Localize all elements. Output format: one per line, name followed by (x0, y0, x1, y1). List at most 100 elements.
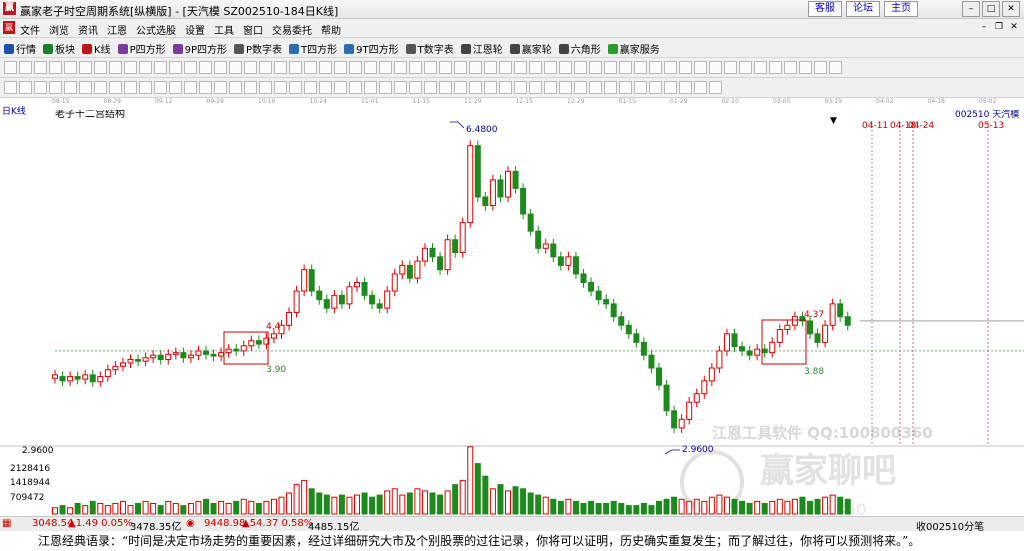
tool-icon[interactable] (334, 81, 347, 94)
candle-body[interactable] (708, 367, 715, 382)
tool-icon[interactable] (649, 81, 662, 94)
candle-body[interactable] (135, 358, 142, 362)
candle-body[interactable] (203, 350, 209, 355)
tool-icon[interactable] (529, 81, 542, 94)
candle-body[interactable] (822, 324, 829, 343)
candle-body[interactable] (233, 348, 240, 352)
tool-icon[interactable] (49, 81, 62, 94)
candle-body[interactable] (814, 333, 821, 343)
candle-body[interactable] (663, 384, 670, 412)
link-forum[interactable]: 论坛 (846, 1, 880, 17)
menu-item[interactable]: 帮助 (321, 22, 341, 37)
toolbar-button[interactable]: 9T四方形 (344, 41, 399, 56)
candle-body[interactable] (769, 341, 776, 354)
drawing-tool-icon[interactable] (769, 61, 782, 74)
drawing-tool-icon[interactable] (229, 61, 242, 74)
drawing-tool-icon[interactable] (49, 61, 62, 74)
drawing-tool-icon[interactable] (124, 61, 137, 74)
toolbar-button[interactable]: P四方形 (117, 41, 166, 56)
drawing-tool-icon[interactable] (694, 61, 707, 74)
candle-body[interactable] (625, 324, 632, 335)
drawing-tool-icon[interactable] (439, 61, 452, 74)
candle-body[interactable] (308, 269, 315, 292)
drawing-tool-icon[interactable] (4, 61, 17, 74)
tool-icon[interactable] (124, 81, 137, 94)
link-home[interactable]: 主页 (884, 1, 918, 17)
tool-icon[interactable] (319, 81, 332, 94)
drawing-tool-icon[interactable] (604, 61, 617, 74)
candle-body[interactable] (399, 264, 406, 275)
candle-body[interactable] (429, 247, 436, 258)
toolbar-button[interactable]: 9P四方形 (172, 41, 227, 56)
drawing-tool-icon[interactable] (469, 61, 482, 74)
drawing-tool-icon[interactable] (724, 61, 737, 74)
drawing-tool-icon[interactable] (664, 61, 677, 74)
tool-icon[interactable] (454, 81, 467, 94)
tool-icon[interactable] (709, 81, 722, 94)
menu-item[interactable]: 浏览 (49, 22, 69, 37)
tool-icon[interactable] (574, 81, 587, 94)
tool-icon[interactable] (514, 81, 527, 94)
drawing-tool-icon[interactable] (154, 61, 167, 74)
candle-body[interactable] (784, 324, 791, 331)
child-close-icon[interactable]: ✕ (1008, 21, 1020, 33)
link-service[interactable]: 客服 (808, 1, 842, 17)
drawing-tool-icon[interactable] (394, 61, 407, 74)
drawing-tool-icon[interactable] (19, 61, 32, 74)
tool-icon[interactable] (109, 81, 122, 94)
child-minimize-icon[interactable]: – (978, 21, 990, 33)
candle-body[interactable] (648, 354, 655, 369)
menu-item[interactable]: 公式选股 (136, 22, 176, 37)
drawing-tool-icon[interactable] (379, 61, 392, 74)
toolbar-button[interactable]: P数字表 (234, 41, 282, 56)
candle-body[interactable] (618, 316, 625, 326)
drawing-tool-icon[interactable] (649, 61, 662, 74)
candle-body[interactable] (580, 273, 587, 284)
candle-body[interactable] (520, 187, 527, 215)
tool-icon[interactable] (259, 81, 272, 94)
candle-body[interactable] (467, 145, 474, 224)
tool-icon[interactable] (169, 81, 182, 94)
candle-body[interactable] (437, 256, 444, 271)
drawing-tool-icon[interactable] (334, 61, 347, 74)
candle-body[interactable] (716, 350, 723, 369)
tool-icon[interactable] (274, 81, 287, 94)
candle-body[interactable] (376, 303, 383, 309)
candle-body[interactable] (270, 333, 277, 339)
toolbar-button[interactable]: 江恩轮 (460, 41, 503, 56)
toolbar-button[interactable]: K线 (82, 41, 111, 56)
candle-body[interactable] (369, 294, 376, 305)
candle-body[interactable] (354, 282, 360, 288)
drawing-tool-icon[interactable] (34, 61, 47, 74)
tool-icon[interactable] (304, 81, 317, 94)
maximize-icon[interactable]: □ (982, 1, 1000, 17)
drawing-tool-icon[interactable] (634, 61, 647, 74)
drawing-tool-icon[interactable] (289, 61, 302, 74)
candle-body[interactable] (67, 376, 74, 382)
candle-body[interactable] (459, 222, 466, 254)
toolbar-button[interactable]: 板块 (43, 41, 75, 56)
drawing-tool-icon[interactable] (784, 61, 797, 74)
candle-body[interactable] (723, 333, 730, 352)
candle-body[interactable] (165, 353, 172, 360)
candle-body[interactable] (701, 380, 708, 395)
candle-body[interactable] (323, 299, 330, 309)
close-icon[interactable]: ✕ (1002, 1, 1020, 17)
tool-icon[interactable] (4, 81, 17, 94)
tool-icon[interactable] (94, 81, 107, 94)
drawing-tool-icon[interactable] (199, 61, 212, 74)
candle-body[interactable] (52, 374, 58, 379)
drawing-tool-icon[interactable] (829, 61, 842, 74)
menu-item[interactable]: 江恩 (107, 22, 127, 37)
tool-icon[interactable] (364, 81, 377, 94)
candle-body[interactable] (293, 290, 300, 313)
drawing-tool-icon[interactable] (184, 61, 197, 74)
candle-body[interactable] (776, 329, 783, 343)
drawing-tool-icon[interactable] (94, 61, 107, 74)
candle-body[interactable] (172, 352, 179, 355)
drawing-tool-icon[interactable] (274, 61, 287, 74)
drawing-tool-icon[interactable] (214, 61, 227, 74)
tool-icon[interactable] (394, 81, 407, 94)
candle-body[interactable] (361, 282, 368, 296)
drawing-tool-icon[interactable] (109, 61, 122, 74)
